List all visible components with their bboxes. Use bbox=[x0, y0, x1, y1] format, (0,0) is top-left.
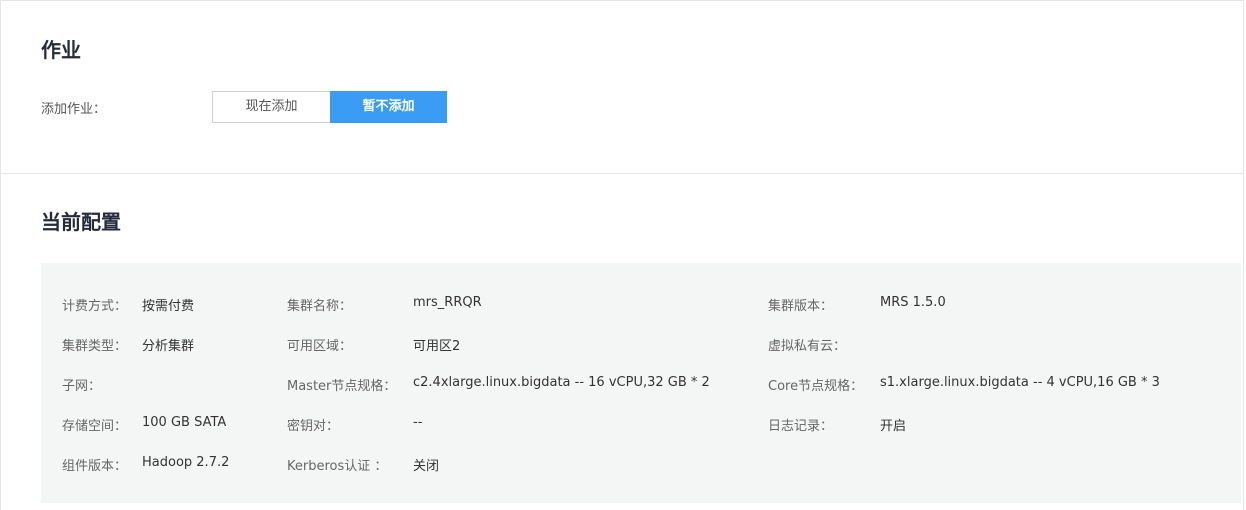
availability-zone-value: 可用区2 bbox=[413, 339, 461, 354]
add-now-button[interactable]: 现在添加 bbox=[212, 91, 330, 123]
cluster-type-value: 分析集群 bbox=[142, 339, 195, 354]
component-version-label: 组件版本： bbox=[62, 459, 128, 474]
storage-value: 100 GB SATA bbox=[142, 415, 227, 430]
current-config-title: 当前配置 bbox=[41, 210, 121, 234]
cluster-name-value: mrs_RRQR bbox=[413, 295, 482, 310]
kerberos-value: 关闭 bbox=[413, 459, 440, 474]
key-pair-value: -- bbox=[413, 415, 423, 430]
logging-value: 开启 bbox=[880, 419, 907, 434]
billing-mode-label: 计费方式： bbox=[62, 299, 128, 314]
core-spec-value: s1.xlarge.linux.bigdata -- 4 vCPU,16 GB … bbox=[880, 375, 1160, 390]
availability-zone-label: 可用区域： bbox=[287, 339, 353, 354]
cluster-name-label: 集群名称： bbox=[287, 299, 353, 314]
logging-label: 日志记录： bbox=[768, 419, 834, 434]
subnet-label: 子网： bbox=[62, 379, 102, 394]
core-spec-label: Core节点规格： bbox=[768, 379, 864, 394]
add-job-label: 添加作业： bbox=[41, 102, 107, 117]
vpc-label: 虚拟私有云： bbox=[768, 339, 847, 354]
component-version-value: Hadoop 2.7.2 bbox=[142, 455, 230, 470]
cluster-type-label: 集群类型： bbox=[62, 339, 128, 354]
cluster-version-label: 集群版本： bbox=[768, 299, 834, 314]
page: 作业 添加作业： 现在添加 暂不添加 当前配置 计费方式： 按需付费 集群名称：… bbox=[0, 0, 1244, 510]
kerberos-label: Kerberos认证 ： bbox=[287, 459, 388, 474]
add-later-button[interactable]: 暂不添加 bbox=[330, 91, 447, 123]
master-spec-value: c2.4xlarge.linux.bigdata -- 16 vCPU,32 G… bbox=[413, 375, 710, 390]
config-summary-panel: 计费方式： 按需付费 集群名称： mrs_RRQR 集群版本： MRS 1.5.… bbox=[41, 263, 1241, 503]
job-section: 作业 添加作业： 现在添加 暂不添加 bbox=[1, 1, 1243, 174]
billing-mode-value: 按需付费 bbox=[142, 299, 195, 314]
cluster-version-value: MRS 1.5.0 bbox=[880, 295, 946, 310]
job-section-title: 作业 bbox=[41, 38, 81, 62]
master-spec-label: Master节点规格： bbox=[287, 379, 397, 394]
key-pair-label: 密钥对： bbox=[287, 419, 340, 434]
storage-label: 存储空间： bbox=[62, 419, 128, 434]
add-job-toggle[interactable]: 现在添加 暂不添加 bbox=[212, 91, 447, 123]
